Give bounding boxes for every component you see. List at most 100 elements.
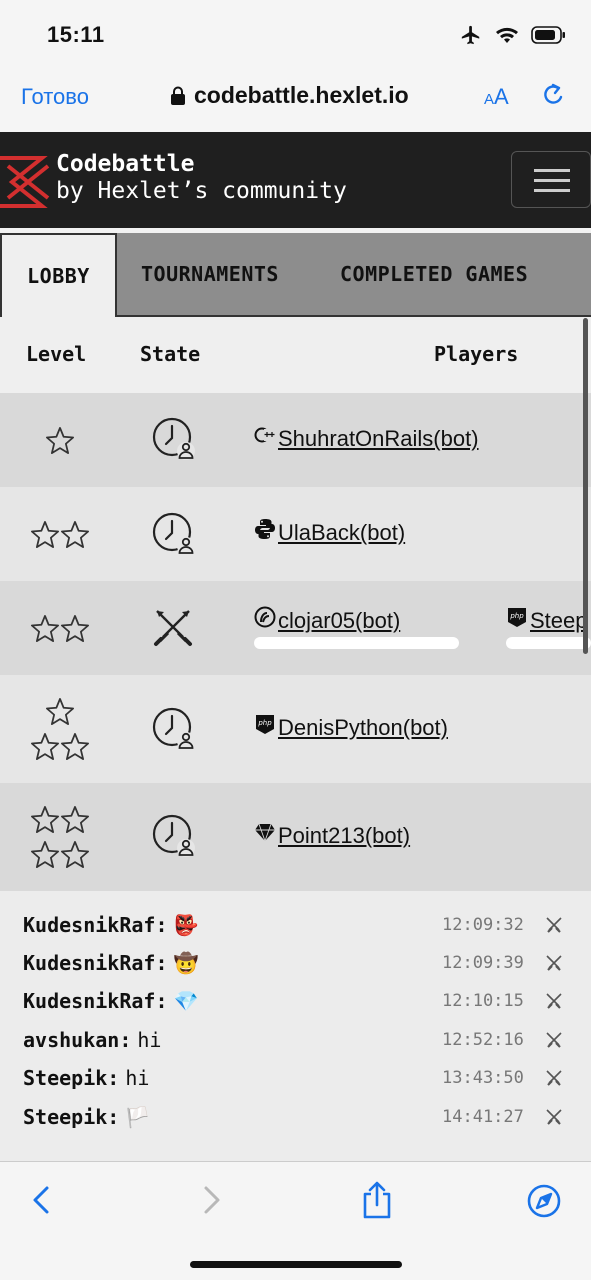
player-name[interactable]: Point213(bot) bbox=[278, 823, 410, 849]
player-progress-bar bbox=[254, 637, 459, 649]
tab-completed-games[interactable]: COMPLETED GAMES bbox=[340, 233, 528, 317]
chat-author[interactable]: KudesnikRaf: bbox=[23, 989, 168, 1013]
back-icon[interactable] bbox=[30, 1184, 54, 1216]
chat-text: 💎 bbox=[173, 989, 199, 1013]
crossed-swords-icon[interactable] bbox=[544, 916, 564, 934]
text-size-small: A bbox=[484, 91, 495, 108]
star-icon bbox=[61, 615, 89, 642]
star-icon bbox=[61, 521, 89, 548]
scrollbar[interactable] bbox=[583, 318, 588, 654]
waiting-clock-icon bbox=[152, 814, 196, 858]
php-icon: php bbox=[508, 608, 526, 627]
player[interactable]: php DenisPython(bot) bbox=[254, 715, 448, 741]
table-row[interactable]: Point213(bot) bbox=[0, 783, 591, 891]
chat-author[interactable]: Steepik: bbox=[23, 1066, 119, 1090]
table-row[interactable]: ShuhratOnRails(bot) bbox=[0, 393, 591, 487]
header-state: State bbox=[140, 342, 201, 366]
chat-time: 12:10:15 bbox=[442, 991, 524, 1011]
menu-toggle-button[interactable] bbox=[511, 151, 591, 208]
chat-message: KudesnikRaf: 👺 12:09:32 bbox=[23, 913, 571, 943]
ruby-icon bbox=[255, 823, 275, 842]
star-icon bbox=[31, 806, 59, 833]
star-icon bbox=[61, 733, 89, 760]
player-name[interactable]: DenisPython(bot) bbox=[278, 715, 448, 741]
waiting-clock-icon bbox=[152, 512, 196, 556]
player[interactable]: php Steep bbox=[506, 608, 588, 634]
table-row[interactable]: clojar05(bot) php Steep bbox=[0, 581, 591, 675]
level-stars bbox=[20, 614, 100, 649]
chat-author[interactable]: Steepik: bbox=[23, 1105, 119, 1129]
python-icon bbox=[255, 519, 275, 539]
crossed-swords-icon[interactable] bbox=[544, 1069, 564, 1087]
svg-text:php: php bbox=[257, 719, 272, 727]
url-text: codebattle.hexlet.io bbox=[194, 82, 409, 108]
done-button[interactable]: Готово bbox=[21, 84, 89, 110]
hamburger-line bbox=[534, 179, 570, 182]
level-stars bbox=[20, 805, 100, 875]
chat-author[interactable]: avshukan: bbox=[23, 1028, 131, 1052]
text-size-large: A bbox=[494, 84, 509, 109]
waiting-clock-icon bbox=[152, 707, 196, 751]
hamburger-line bbox=[534, 189, 570, 192]
airplane-icon bbox=[461, 25, 480, 45]
player-progress-bar bbox=[506, 637, 591, 649]
site-title[interactable]: Codebattle bbox=[56, 151, 194, 177]
star-icon bbox=[46, 427, 74, 454]
status-time: 15:11 bbox=[47, 22, 105, 47]
player[interactable]: Point213(bot) bbox=[254, 823, 410, 849]
chat-time: 13:43:50 bbox=[442, 1068, 524, 1088]
home-indicator[interactable] bbox=[190, 1261, 402, 1268]
crossed-swords-icon[interactable] bbox=[544, 1031, 564, 1049]
table-header: Level State Players bbox=[0, 317, 591, 393]
header-level: Level bbox=[26, 342, 87, 366]
chat-author[interactable]: KudesnikRaf: bbox=[23, 913, 168, 937]
player[interactable]: ShuhratOnRails(bot) bbox=[254, 426, 479, 452]
star-icon bbox=[61, 806, 89, 833]
chat-log: KudesnikRaf: 👺 12:09:32 KudesnikRaf: 🤠 12:… bbox=[0, 891, 591, 1161]
player-name[interactable]: clojar05(bot) bbox=[278, 608, 400, 634]
player[interactable]: UlaBack(bot) bbox=[254, 519, 405, 546]
table-row[interactable]: php DenisPython(bot) bbox=[0, 675, 591, 783]
star-icon bbox=[31, 733, 59, 760]
star-icon bbox=[46, 698, 74, 725]
tab-lobby[interactable]: LOBBY bbox=[0, 233, 117, 317]
chat-author[interactable]: KudesnikRaf: bbox=[23, 951, 168, 975]
text-size-button[interactable]: AA bbox=[484, 84, 509, 110]
level-stars bbox=[20, 426, 100, 461]
player-name[interactable]: Steep bbox=[530, 608, 588, 634]
codebattle-logo-icon[interactable] bbox=[0, 152, 52, 212]
waiting-clock-icon bbox=[152, 417, 196, 461]
browser-toolbar: Готово codebattle.hexlet.io AA bbox=[0, 62, 591, 132]
header-players: Players bbox=[434, 342, 519, 366]
player-name[interactable]: ShuhratOnRails(bot) bbox=[278, 426, 479, 452]
reload-icon[interactable] bbox=[539, 82, 567, 110]
player[interactable]: clojar05(bot) bbox=[254, 606, 400, 634]
chat-text: 🤠 bbox=[173, 951, 199, 975]
star-icon bbox=[31, 841, 59, 868]
clojure-icon bbox=[254, 606, 276, 628]
player-name[interactable]: UlaBack(bot) bbox=[278, 520, 405, 546]
level-stars bbox=[20, 697, 100, 767]
crossed-swords-icon[interactable] bbox=[544, 992, 564, 1010]
star-icon bbox=[31, 521, 59, 548]
hamburger-line bbox=[534, 169, 570, 172]
crossed-swords-icon[interactable] bbox=[544, 954, 564, 972]
address-bar[interactable]: codebattle.hexlet.io bbox=[170, 82, 409, 109]
crossed-swords-icon[interactable] bbox=[544, 1108, 564, 1126]
cpp-icon bbox=[254, 427, 275, 443]
share-icon[interactable] bbox=[360, 1180, 394, 1220]
chat-time: 12:09:32 bbox=[442, 915, 524, 935]
forward-icon[interactable] bbox=[199, 1184, 223, 1216]
chat-time: 12:52:16 bbox=[442, 1030, 524, 1050]
star-icon bbox=[61, 841, 89, 868]
table-row[interactable]: UlaBack(bot) bbox=[0, 487, 591, 581]
chat-message: Steepik: hi 13:43:50 bbox=[23, 1066, 571, 1096]
compass-icon[interactable] bbox=[526, 1183, 562, 1219]
chat-text: 👺 bbox=[173, 913, 199, 937]
chat-message: KudesnikRaf: 🤠 12:09:39 bbox=[23, 951, 571, 981]
tab-tournaments[interactable]: TOURNAMENTS bbox=[141, 233, 279, 317]
chat-time: 14:41:27 bbox=[442, 1107, 524, 1127]
svg-text:php: php bbox=[509, 612, 524, 620]
lock-icon bbox=[171, 86, 185, 105]
status-bar: 15:11 bbox=[0, 0, 591, 62]
